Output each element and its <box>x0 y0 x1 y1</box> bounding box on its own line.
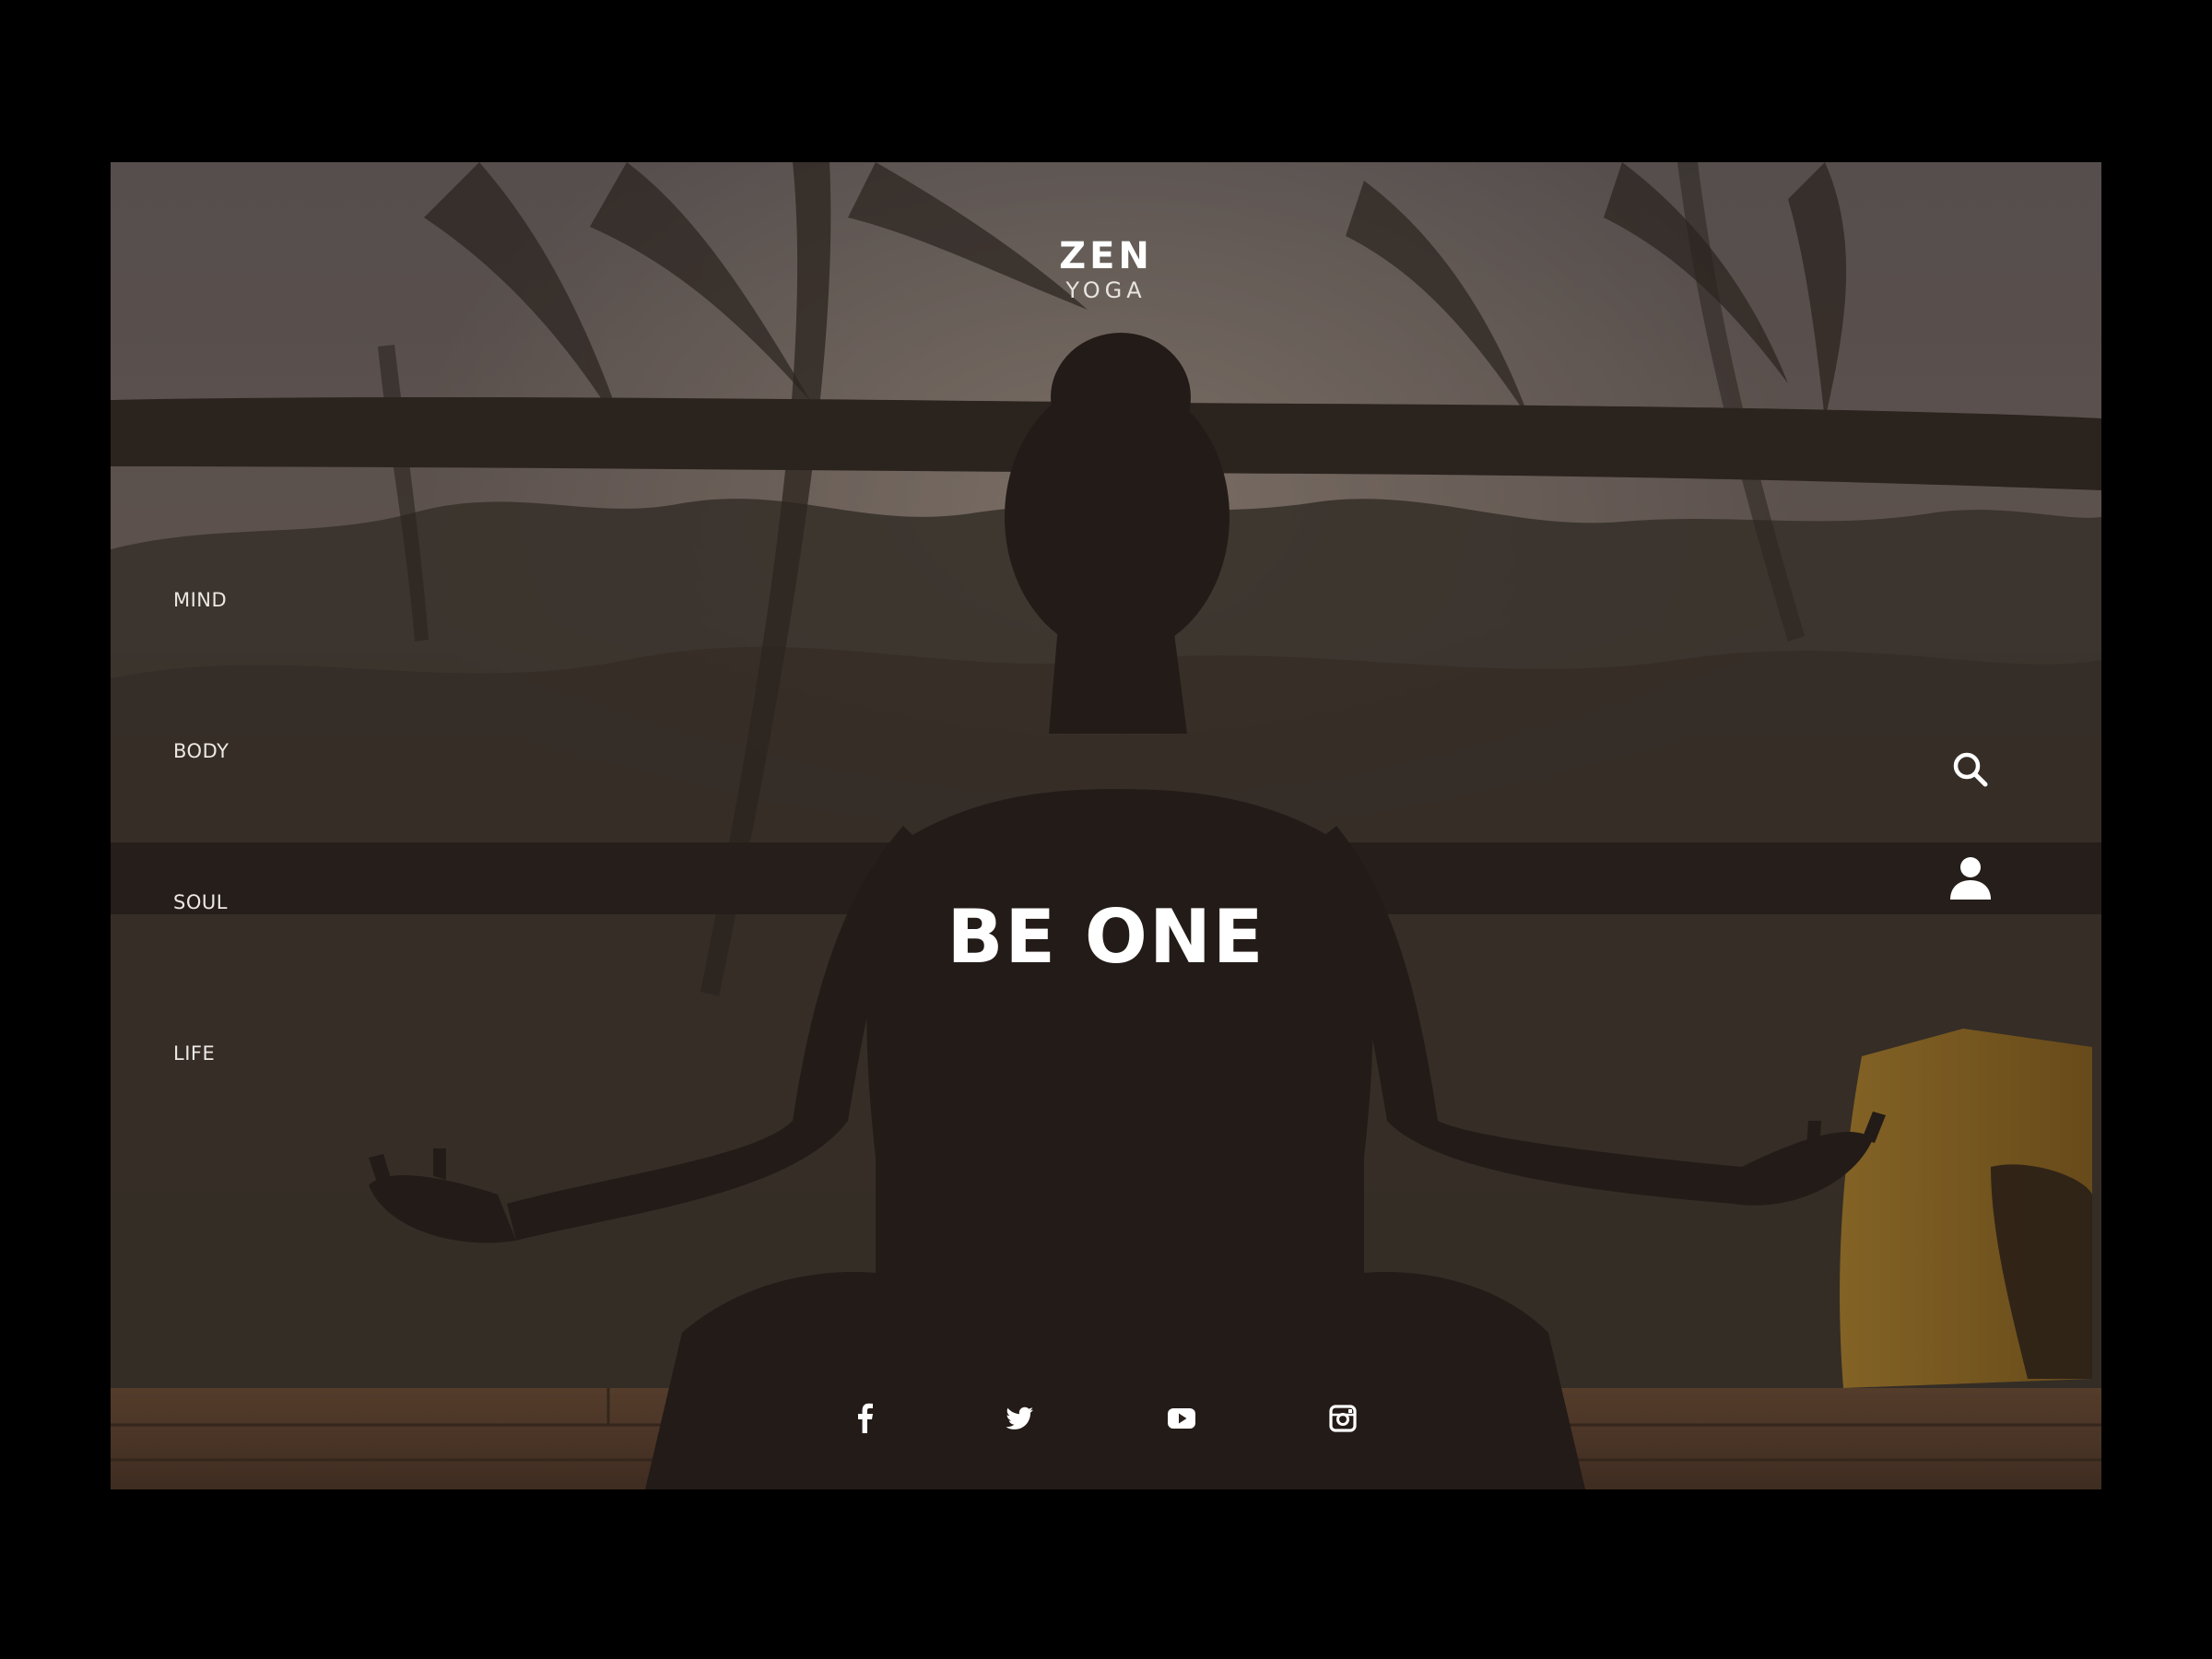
nav-item-mind[interactable]: MIND <box>173 589 227 611</box>
hero-background-image <box>111 162 2101 1489</box>
brand-logo[interactable]: ZEN YOGA <box>111 236 2101 304</box>
twitter-icon <box>1006 1406 1033 1430</box>
nav-item-life[interactable]: LIFE <box>173 1042 215 1065</box>
hero-frame: ZEN YOGA MIND BODY SOUL LIFE BE ONE <box>111 162 2101 1489</box>
instagram-link[interactable] <box>1324 1400 1361 1437</box>
brand-tagline: YOGA <box>1065 277 1147 303</box>
search-icon <box>1953 752 1988 787</box>
account-button[interactable] <box>1948 855 1993 900</box>
user-icon <box>1950 857 1991 900</box>
search-button[interactable] <box>1948 747 1993 792</box>
twitter-link[interactable] <box>1001 1400 1038 1437</box>
brand-name: ZEN <box>1059 235 1153 277</box>
youtube-icon <box>1168 1408 1195 1429</box>
youtube-link[interactable] <box>1163 1400 1200 1437</box>
facebook-icon <box>858 1403 873 1433</box>
nav-item-body[interactable]: BODY <box>173 740 229 762</box>
instagram-icon <box>1329 1405 1357 1432</box>
facebook-link[interactable] <box>847 1400 884 1437</box>
hero-headline: BE ONE <box>947 894 1265 980</box>
